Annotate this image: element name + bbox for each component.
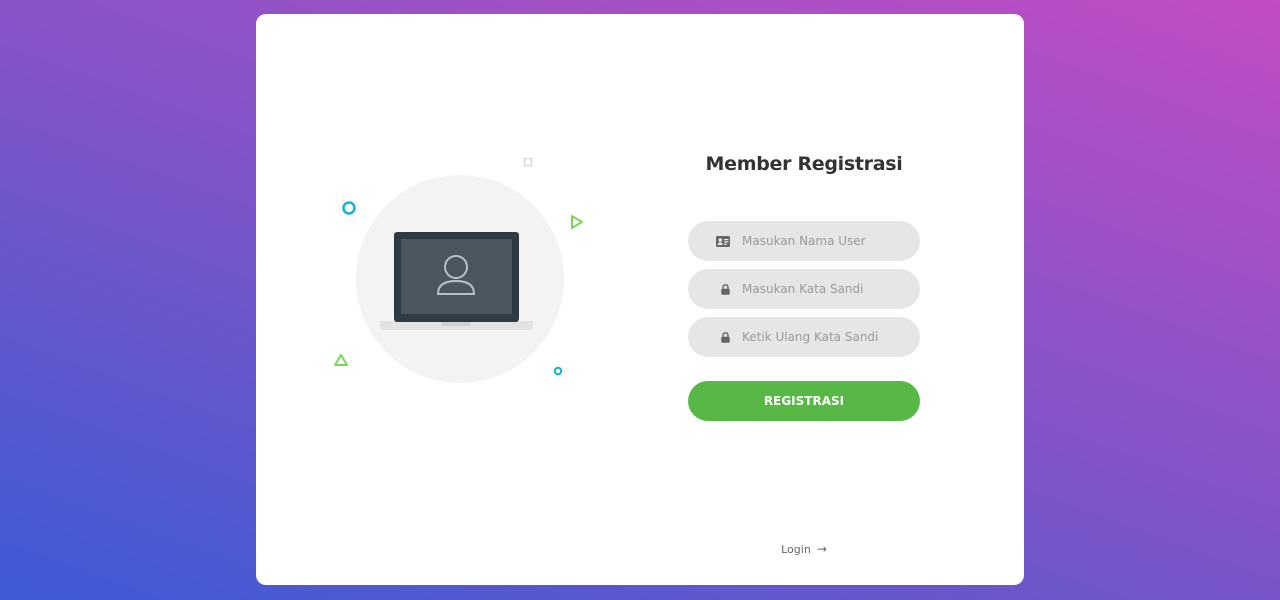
username-input[interactable] xyxy=(742,221,912,261)
deco-square-icon xyxy=(523,157,533,167)
login-link-label: Login xyxy=(781,543,811,556)
deco-ring-large-icon xyxy=(342,201,356,215)
deco-ring-small-icon xyxy=(553,366,563,376)
lock-icon xyxy=(688,283,742,295)
laptop-screen xyxy=(401,239,512,314)
password-field[interactable] xyxy=(688,269,920,309)
illustration-bg-circle xyxy=(356,175,564,383)
laptop-notch xyxy=(442,321,470,326)
password-input[interactable] xyxy=(742,269,912,309)
arrow-right-icon: → xyxy=(816,542,827,556)
registration-card: Member Registrasi Masukan Nama User REGI… xyxy=(256,14,1024,585)
id-card-icon xyxy=(688,235,742,247)
username-field[interactable] xyxy=(688,221,920,261)
form-title: Member Registrasi xyxy=(705,153,903,175)
register-button[interactable]: REGISTRASI xyxy=(688,381,920,421)
deco-triangle-right-icon xyxy=(571,215,583,229)
confirm-password-field[interactable] xyxy=(688,317,920,357)
laptop-base xyxy=(380,321,533,330)
user-icon xyxy=(436,255,476,295)
confirm-password-input[interactable] xyxy=(742,317,912,357)
deco-triangle-up-icon xyxy=(334,354,348,366)
login-link[interactable]: Login → xyxy=(688,542,920,556)
laptop-screen-frame xyxy=(394,232,519,322)
lock-icon xyxy=(688,331,742,343)
